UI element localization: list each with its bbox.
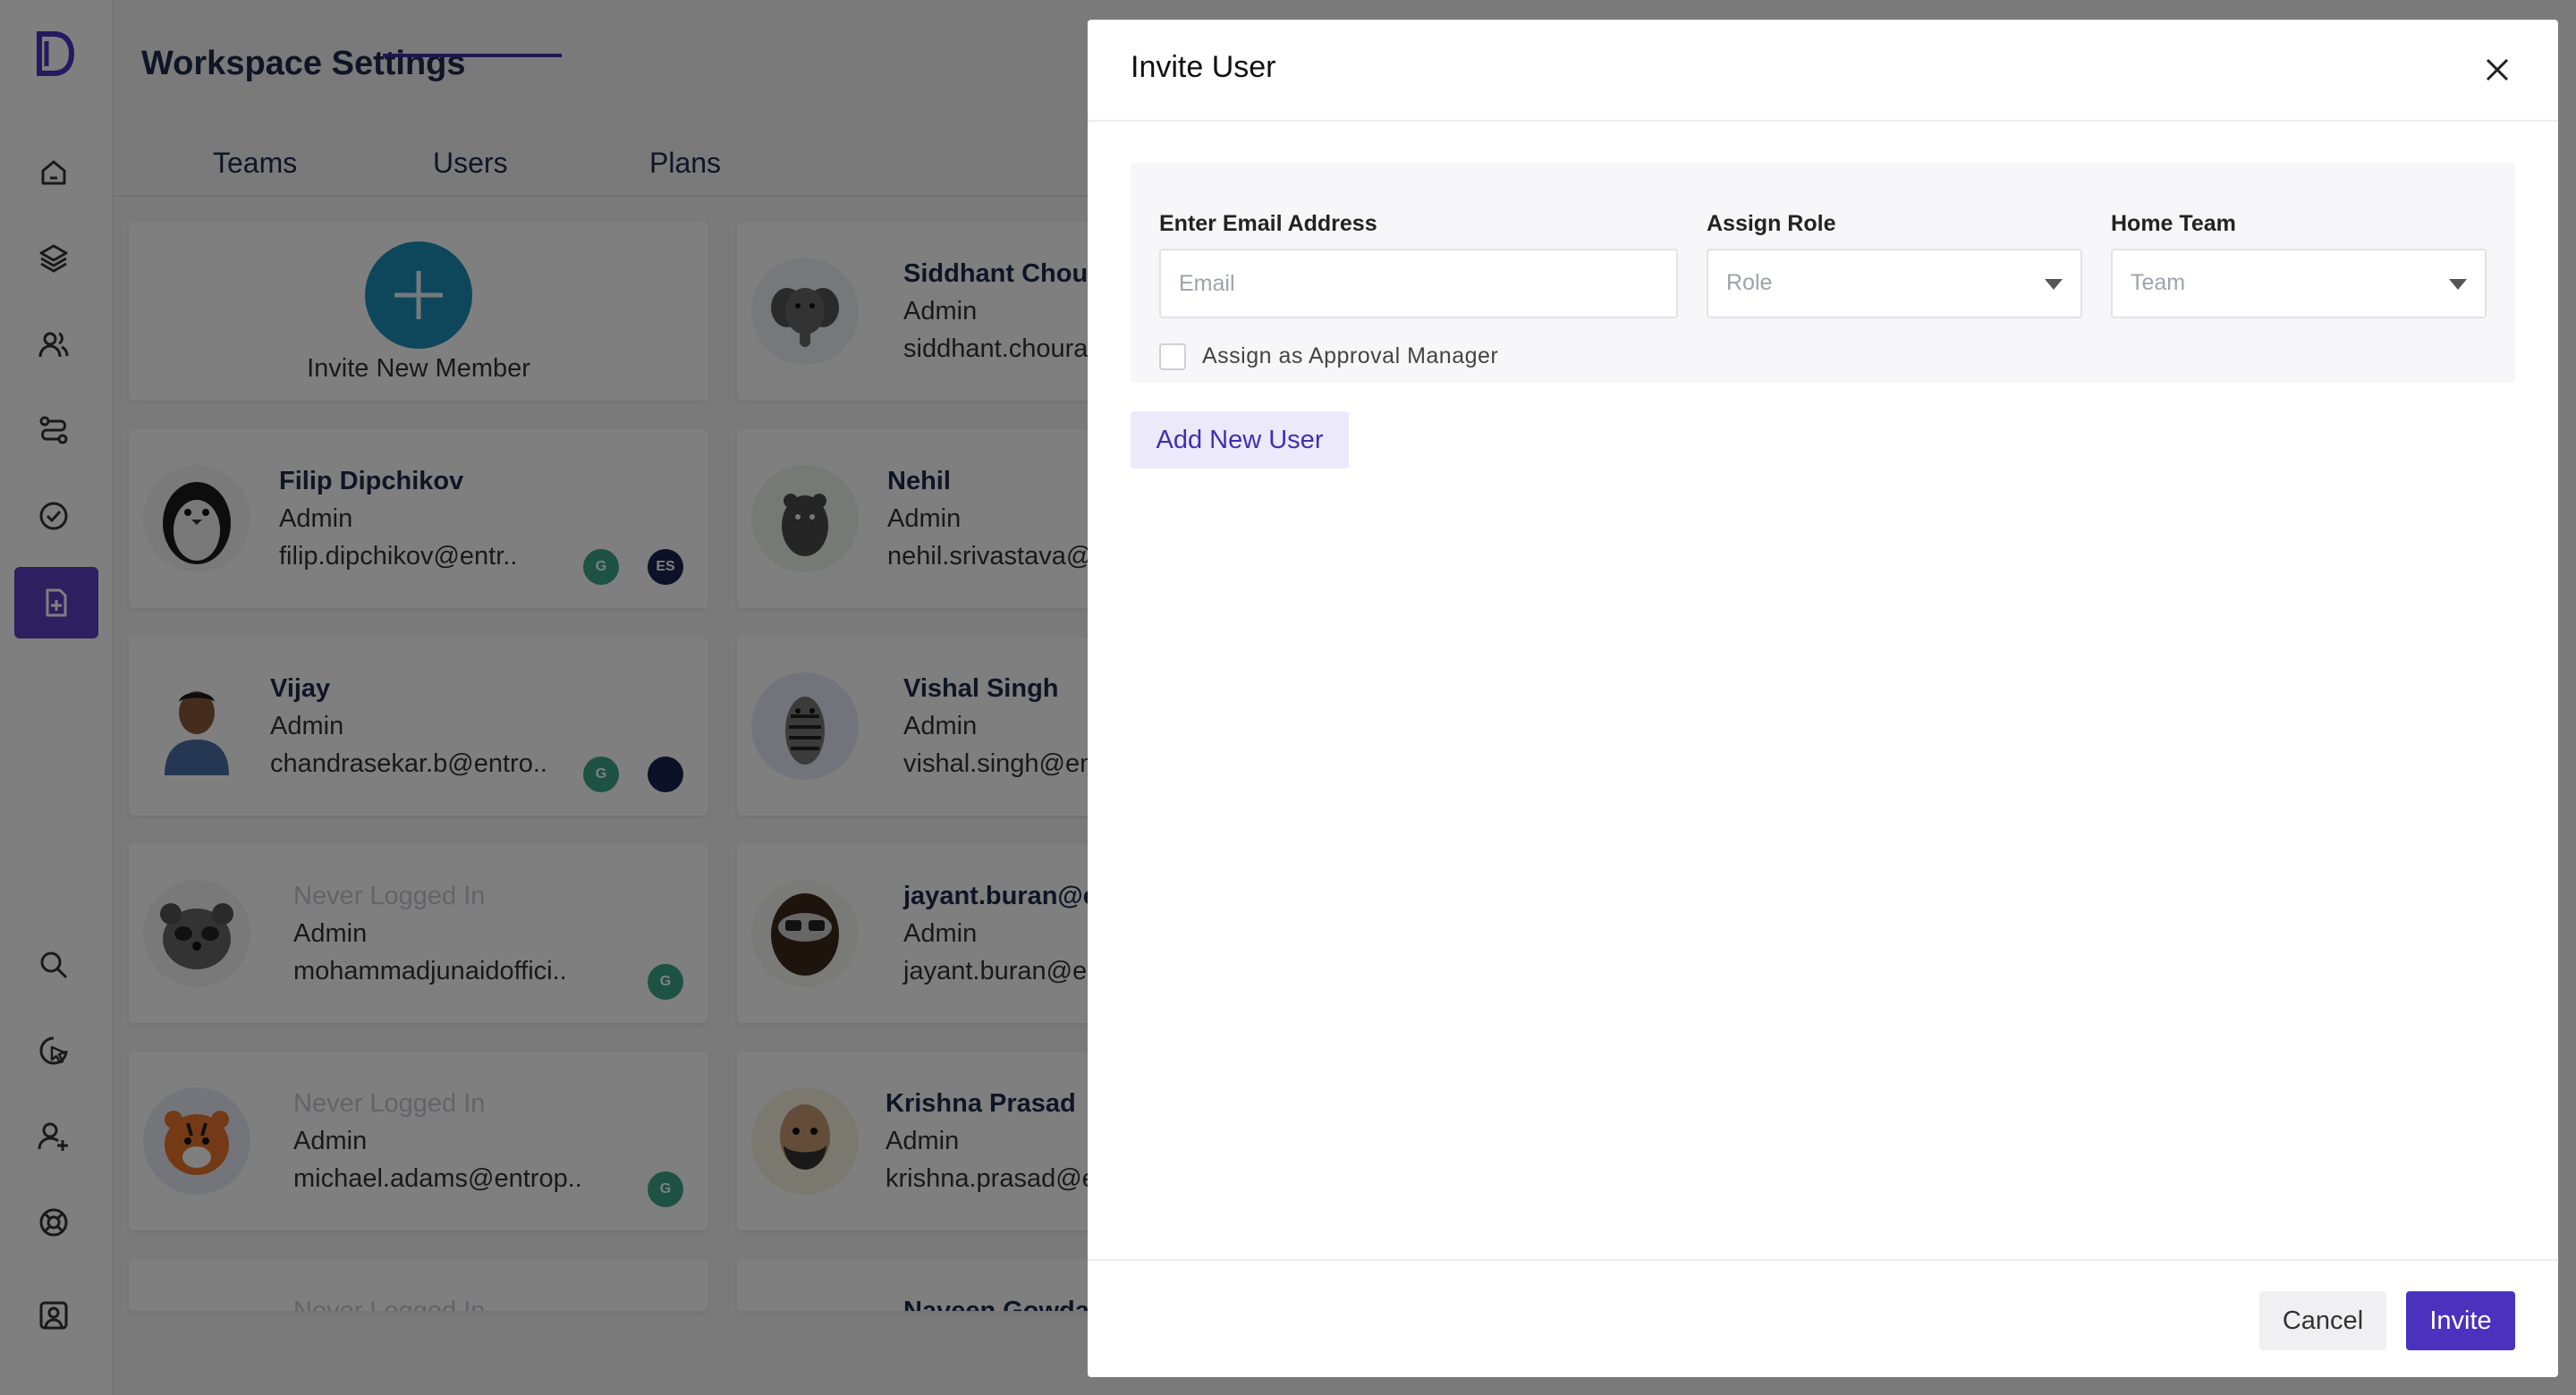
invite-form: Enter Email Address Assign Role Role Hom… [1131,163,2515,383]
email-label: Enter Email Address [1159,211,1377,236]
email-field[interactable] [1159,249,1678,318]
role-select[interactable]: Role [1707,249,2082,318]
footer-divider [1088,1259,2558,1261]
chevron-down-icon [2449,279,2467,290]
approval-manager-label: Assign as Approval Manager [1202,343,1499,368]
add-new-user-button[interactable]: Add New User [1131,411,1349,469]
role-label: Assign Role [1707,211,1836,236]
cancel-button[interactable]: Cancel [2259,1291,2386,1350]
approval-manager-checkbox[interactable] [1159,343,1186,370]
modal-header: Invite User [1088,20,2558,122]
team-select-value: Team [2131,270,2186,295]
chevron-down-icon [2045,279,2063,290]
role-select-value: Role [1726,270,1773,295]
team-label: Home Team [2111,211,2236,236]
team-select[interactable]: Team [2111,249,2487,318]
invite-button[interactable]: Invite [2406,1291,2515,1350]
close-icon[interactable] [2479,52,2515,88]
modal-title: Invite User [1131,50,1276,84]
invite-user-modal: Invite User Enter Email Address Assign R… [1088,20,2558,1377]
